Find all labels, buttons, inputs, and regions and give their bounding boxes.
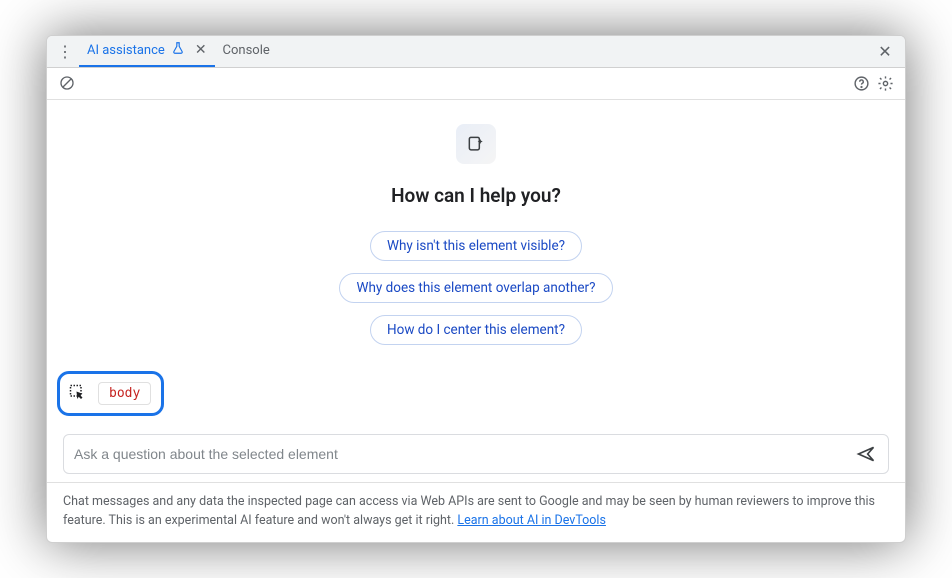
tab-bar: ⋮ AI assistance ✕ Console ✕ [47, 36, 905, 68]
selected-element-badge[interactable]: body [98, 382, 151, 405]
close-tab-icon[interactable]: ✕ [195, 42, 207, 58]
send-icon[interactable] [854, 442, 878, 466]
tab-ai-assistance[interactable]: AI assistance ✕ [79, 36, 215, 67]
flask-icon [171, 41, 185, 59]
page-heading: How can I help you? [391, 184, 561, 207]
suggestion-chip[interactable]: Why does this element overlap another? [339, 273, 612, 303]
disclaimer-footer: Chat messages and any data the inspected… [47, 482, 905, 543]
clear-icon[interactable] [55, 71, 79, 95]
learn-more-link[interactable]: Learn about AI in DevTools [457, 513, 606, 528]
more-menu-icon[interactable]: ⋮ [55, 41, 75, 61]
devtools-panel: ⋮ AI assistance ✕ Console ✕ How can I h [46, 35, 906, 544]
gear-icon[interactable] [873, 71, 897, 95]
close-panel-icon[interactable]: ✕ [873, 39, 897, 63]
help-icon[interactable] [849, 71, 873, 95]
suggestion-list: Why isn't this element visible? Why does… [339, 231, 612, 345]
element-picker-highlight: body [57, 371, 164, 416]
toolbar [47, 68, 905, 100]
suggestion-chip[interactable]: Why isn't this element visible? [370, 231, 582, 261]
element-picker-icon[interactable] [68, 383, 88, 403]
element-selector-row: body [57, 371, 164, 416]
main-content: How can I help you? Why isn't this eleme… [47, 100, 905, 424]
tab-console[interactable]: Console [215, 36, 278, 67]
tab-label: AI assistance [87, 43, 165, 58]
tab-label: Console [223, 43, 270, 58]
prompt-input[interactable] [74, 446, 854, 462]
sparkle-icon [456, 124, 496, 164]
suggestion-chip[interactable]: How do I center this element? [370, 315, 582, 345]
prompt-input-row [63, 434, 889, 474]
